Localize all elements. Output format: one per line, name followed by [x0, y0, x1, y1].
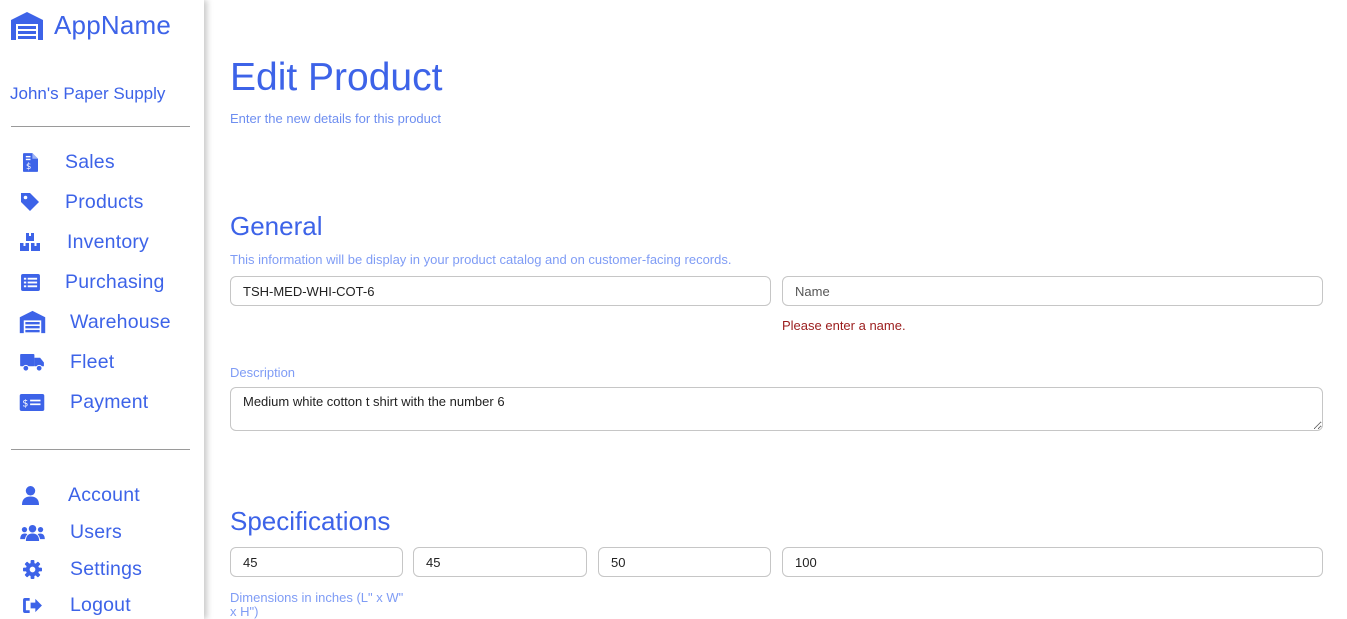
page-title: Edit Product: [230, 56, 443, 99]
tag-icon: [18, 191, 42, 213]
user-icon: [18, 484, 42, 506]
sidebar-item-settings[interactable]: Settings: [18, 556, 142, 582]
sidebar-item-sales[interactable]: $ Sales: [18, 149, 115, 175]
sku-input[interactable]: [230, 276, 771, 306]
sidebar-item-warehouse[interactable]: Warehouse: [18, 309, 171, 335]
sidebar-item-label: Payment: [70, 390, 149, 413]
sidebar-item-label: Settings: [70, 557, 143, 580]
name-input[interactable]: [782, 276, 1323, 306]
sidebar-item-label: Inventory: [67, 230, 150, 253]
page-subtitle: Enter the new details for this product: [230, 111, 442, 126]
sidebar-item-label: Products: [65, 190, 144, 213]
warehouse-logo-icon: [10, 11, 44, 41]
dimensions-hint: Dimensions in inches (L" x W" x H"): [230, 590, 404, 619]
sidebar-item-label: Fleet: [70, 350, 115, 373]
sidebar-item-account[interactable]: Account: [18, 482, 140, 508]
sidebar-divider: [11, 449, 190, 450]
width-input[interactable]: [413, 547, 587, 577]
sidebar-item-label: Sales: [65, 150, 115, 173]
svg-text:$: $: [25, 161, 30, 171]
svg-text:$: $: [22, 398, 28, 409]
truck-icon: [18, 351, 46, 373]
sidebar-item-purchasing[interactable]: Purchasing: [18, 269, 165, 295]
sidebar-item-payment[interactable]: $ Payment: [18, 389, 148, 415]
sidebar-item-label: Users: [70, 520, 122, 543]
warehouse-icon: [18, 310, 46, 334]
sidebar-divider: [11, 126, 190, 127]
sidebar-item-fleet[interactable]: Fleet: [18, 349, 114, 375]
general-section-help: This information will be display in your…: [230, 252, 732, 267]
brand[interactable]: AppName: [10, 10, 171, 41]
sidebar-item-logout[interactable]: Logout: [18, 592, 131, 618]
boxes-icon: [18, 231, 42, 253]
sidebar-item-label: Warehouse: [70, 310, 171, 333]
sidebar-item-label: Purchasing: [65, 270, 165, 293]
sidebar-item-inventory[interactable]: Inventory: [18, 229, 149, 255]
list-alt-icon: [18, 271, 42, 293]
sign-out-icon: [18, 594, 46, 616]
sidebar-item-label: Logout: [70, 593, 131, 616]
description-label: Description: [230, 365, 296, 380]
gear-icon: [18, 558, 46, 580]
height-input[interactable]: [598, 547, 771, 577]
users-icon: [18, 521, 46, 543]
main-content: Edit Product Enter the new details for t…: [230, 0, 1324, 619]
sidebar-item-products[interactable]: Products: [18, 189, 144, 215]
specifications-section-title: Specifications: [230, 506, 391, 536]
sidebar-item-label: Account: [68, 483, 140, 506]
app-name: AppName: [54, 10, 172, 40]
sidebar-item-users[interactable]: Users: [18, 519, 122, 545]
name-error-message: Please enter a name.: [782, 318, 906, 333]
description-textarea[interactable]: Medium white cotton t shirt with the num…: [230, 387, 1323, 431]
file-invoice-dollar-icon: $: [18, 151, 42, 173]
company-name: John's Paper Supply: [10, 84, 166, 103]
weight-input[interactable]: [782, 547, 1323, 577]
money-check-icon: $: [18, 391, 46, 413]
length-input[interactable]: [230, 547, 403, 577]
sidebar: AppName John's Paper Supply $ Sales Prod…: [0, 0, 204, 619]
general-section-title: General: [230, 211, 323, 241]
